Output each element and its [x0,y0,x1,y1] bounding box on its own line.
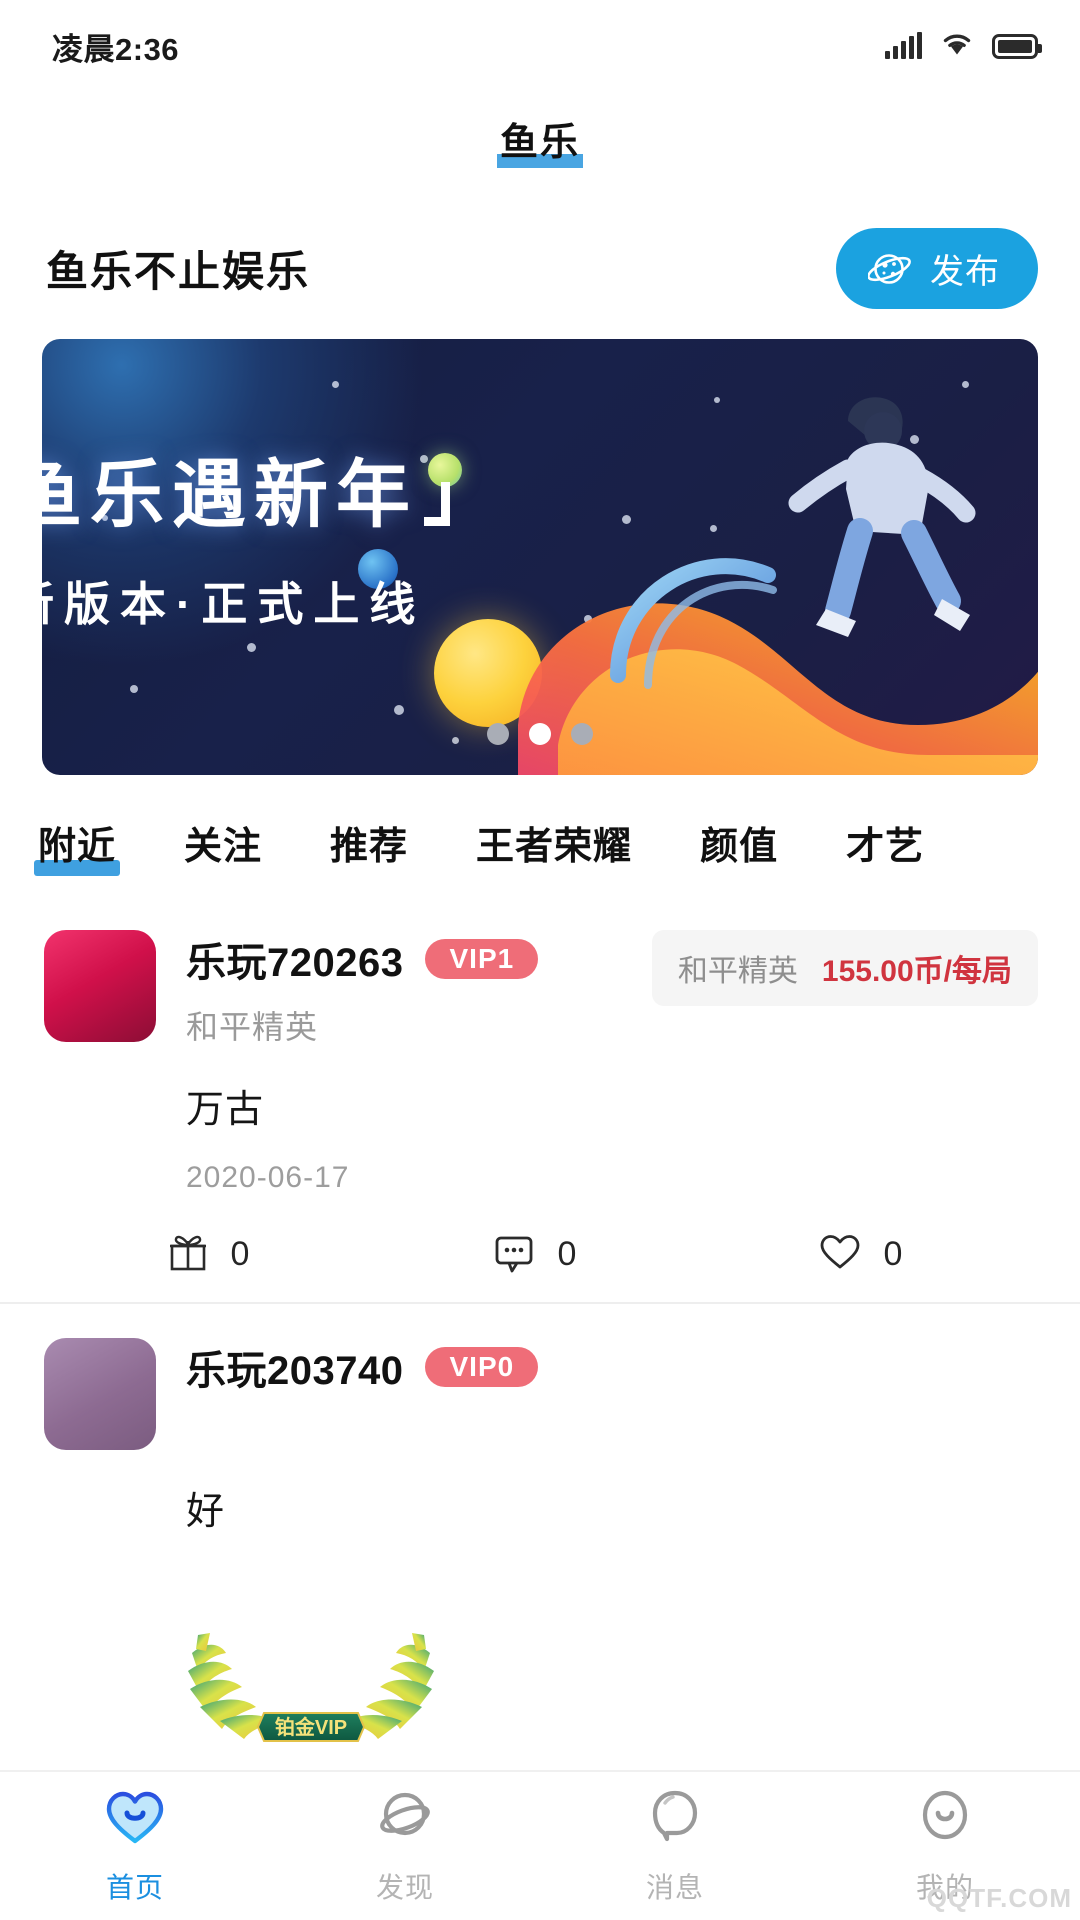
post-content: 好 [186,1491,226,1533]
price-game-label: 和平精英 [677,955,798,988]
nav-item-messages[interactable]: 消息 [540,1787,810,1906]
heart-icon [816,1230,864,1279]
message-bubble-icon [643,1787,707,1854]
slogan-text: 鱼乐不止娱乐 [46,248,311,295]
vip-badge: VIP1 [425,939,539,979]
promo-banner[interactable]: 鱼乐遇新年 新版本·正式上线 [42,339,1038,775]
category-tabs: 附近 关注 推荐 王者荣耀 颜值 才艺 [0,775,1080,896]
feed-item[interactable]: 乐玩203740 VIP0 好 [0,1302,1080,1557]
feed-name-row: 乐玩203740 VIP0 [186,1338,1038,1396]
carousel-dot-active[interactable] [529,723,551,745]
banner-runner-illustration [788,397,976,637]
planet-icon [373,1787,437,1854]
status-bar: 凌晨2:36 [0,0,1080,92]
status-icons [885,31,1042,62]
tab-following[interactable]: 关注 [182,815,264,870]
nav-item-discover[interactable]: 发现 [270,1787,540,1906]
avatar[interactable] [44,1338,156,1450]
nav-label-home: 首页 [105,1871,164,1903]
price-value: 155.00币/每局 [821,955,1012,988]
publish-button-label: 发布 [930,253,1000,291]
comment-action[interactable]: 0 [370,1229,696,1280]
user-subtitle: 和平精英 [186,1009,319,1045]
profile-face-icon [913,1787,977,1854]
comment-count: 0 [557,1235,577,1273]
nav-item-home[interactable]: 首页 [0,1787,270,1906]
tab-honor-of-kings[interactable]: 王者荣耀 [474,815,634,870]
tab-looks[interactable]: 颜值 [698,815,780,870]
feed-item[interactable]: 和平精英 155.00币/每局 乐玩720263 VIP1 和平精英 万古 20… [0,896,1080,1302]
gift-count: 0 [230,1235,250,1273]
status-time: 凌晨2:36 [52,31,180,67]
carousel-dot[interactable] [571,723,593,745]
tab-nearby[interactable]: 附近 [33,815,121,876]
like-count: 0 [883,1235,903,1273]
message-bubble-icon [490,1229,538,1280]
site-watermark: QQTF.COM [926,1883,1072,1913]
page-title: 鱼乐 [496,111,584,168]
publish-button[interactable]: 发布 [836,228,1038,309]
feed-actions: 0 0 0 [44,1229,1038,1280]
username[interactable]: 乐玩203740 [186,1338,403,1396]
price-tag[interactable]: 和平精英 155.00币/每局 [651,930,1038,1006]
nav-label-messages: 消息 [645,1871,704,1903]
username[interactable]: 乐玩720263 [186,930,403,988]
vip-badge: VIP0 [425,1347,539,1387]
wifi-icon [940,31,974,62]
feed-user-block: 乐玩203740 VIP0 [186,1338,1038,1396]
planet-icon [868,249,914,289]
gift-icon [165,1229,211,1280]
post-date: 2020-06-17 [186,1161,350,1194]
page-title-bar: 鱼乐 [0,92,1080,184]
gift-action[interactable]: 0 [44,1229,370,1280]
feed-item-header: 乐玩203740 VIP0 [44,1338,1038,1450]
vip-banner-label: 铂金VIP [275,1715,347,1739]
banner-text-block: 鱼乐遇新年 新版本·正式上线 [42,435,450,634]
avatar[interactable] [44,930,156,1042]
bottom-navigation: 首页 发现 消息 我的 [0,1770,1080,1920]
carousel-dot[interactable] [487,723,509,745]
signal-bars-icon [885,32,922,59]
like-action[interactable]: 0 [696,1230,1022,1279]
nav-label-discover: 发现 [375,1871,434,1903]
banner-subline: 新版本·正式上线 [42,578,426,630]
post-content: 万古 [186,1089,265,1131]
banner-carousel-dots[interactable] [42,723,1038,745]
slogan-bar: 鱼乐不止娱乐 发布 [0,184,1080,339]
banner-headline: 鱼乐遇新年 [42,435,450,542]
vip-banner: 铂金VIP [0,1557,1080,1749]
home-heart-icon [103,1787,167,1854]
battery-icon [992,33,1042,59]
platinum-vip-wings-icon: 铂金VIP [188,1633,434,1742]
tab-talent[interactable]: 才艺 [844,815,926,870]
tab-recommend[interactable]: 推荐 [328,815,410,870]
